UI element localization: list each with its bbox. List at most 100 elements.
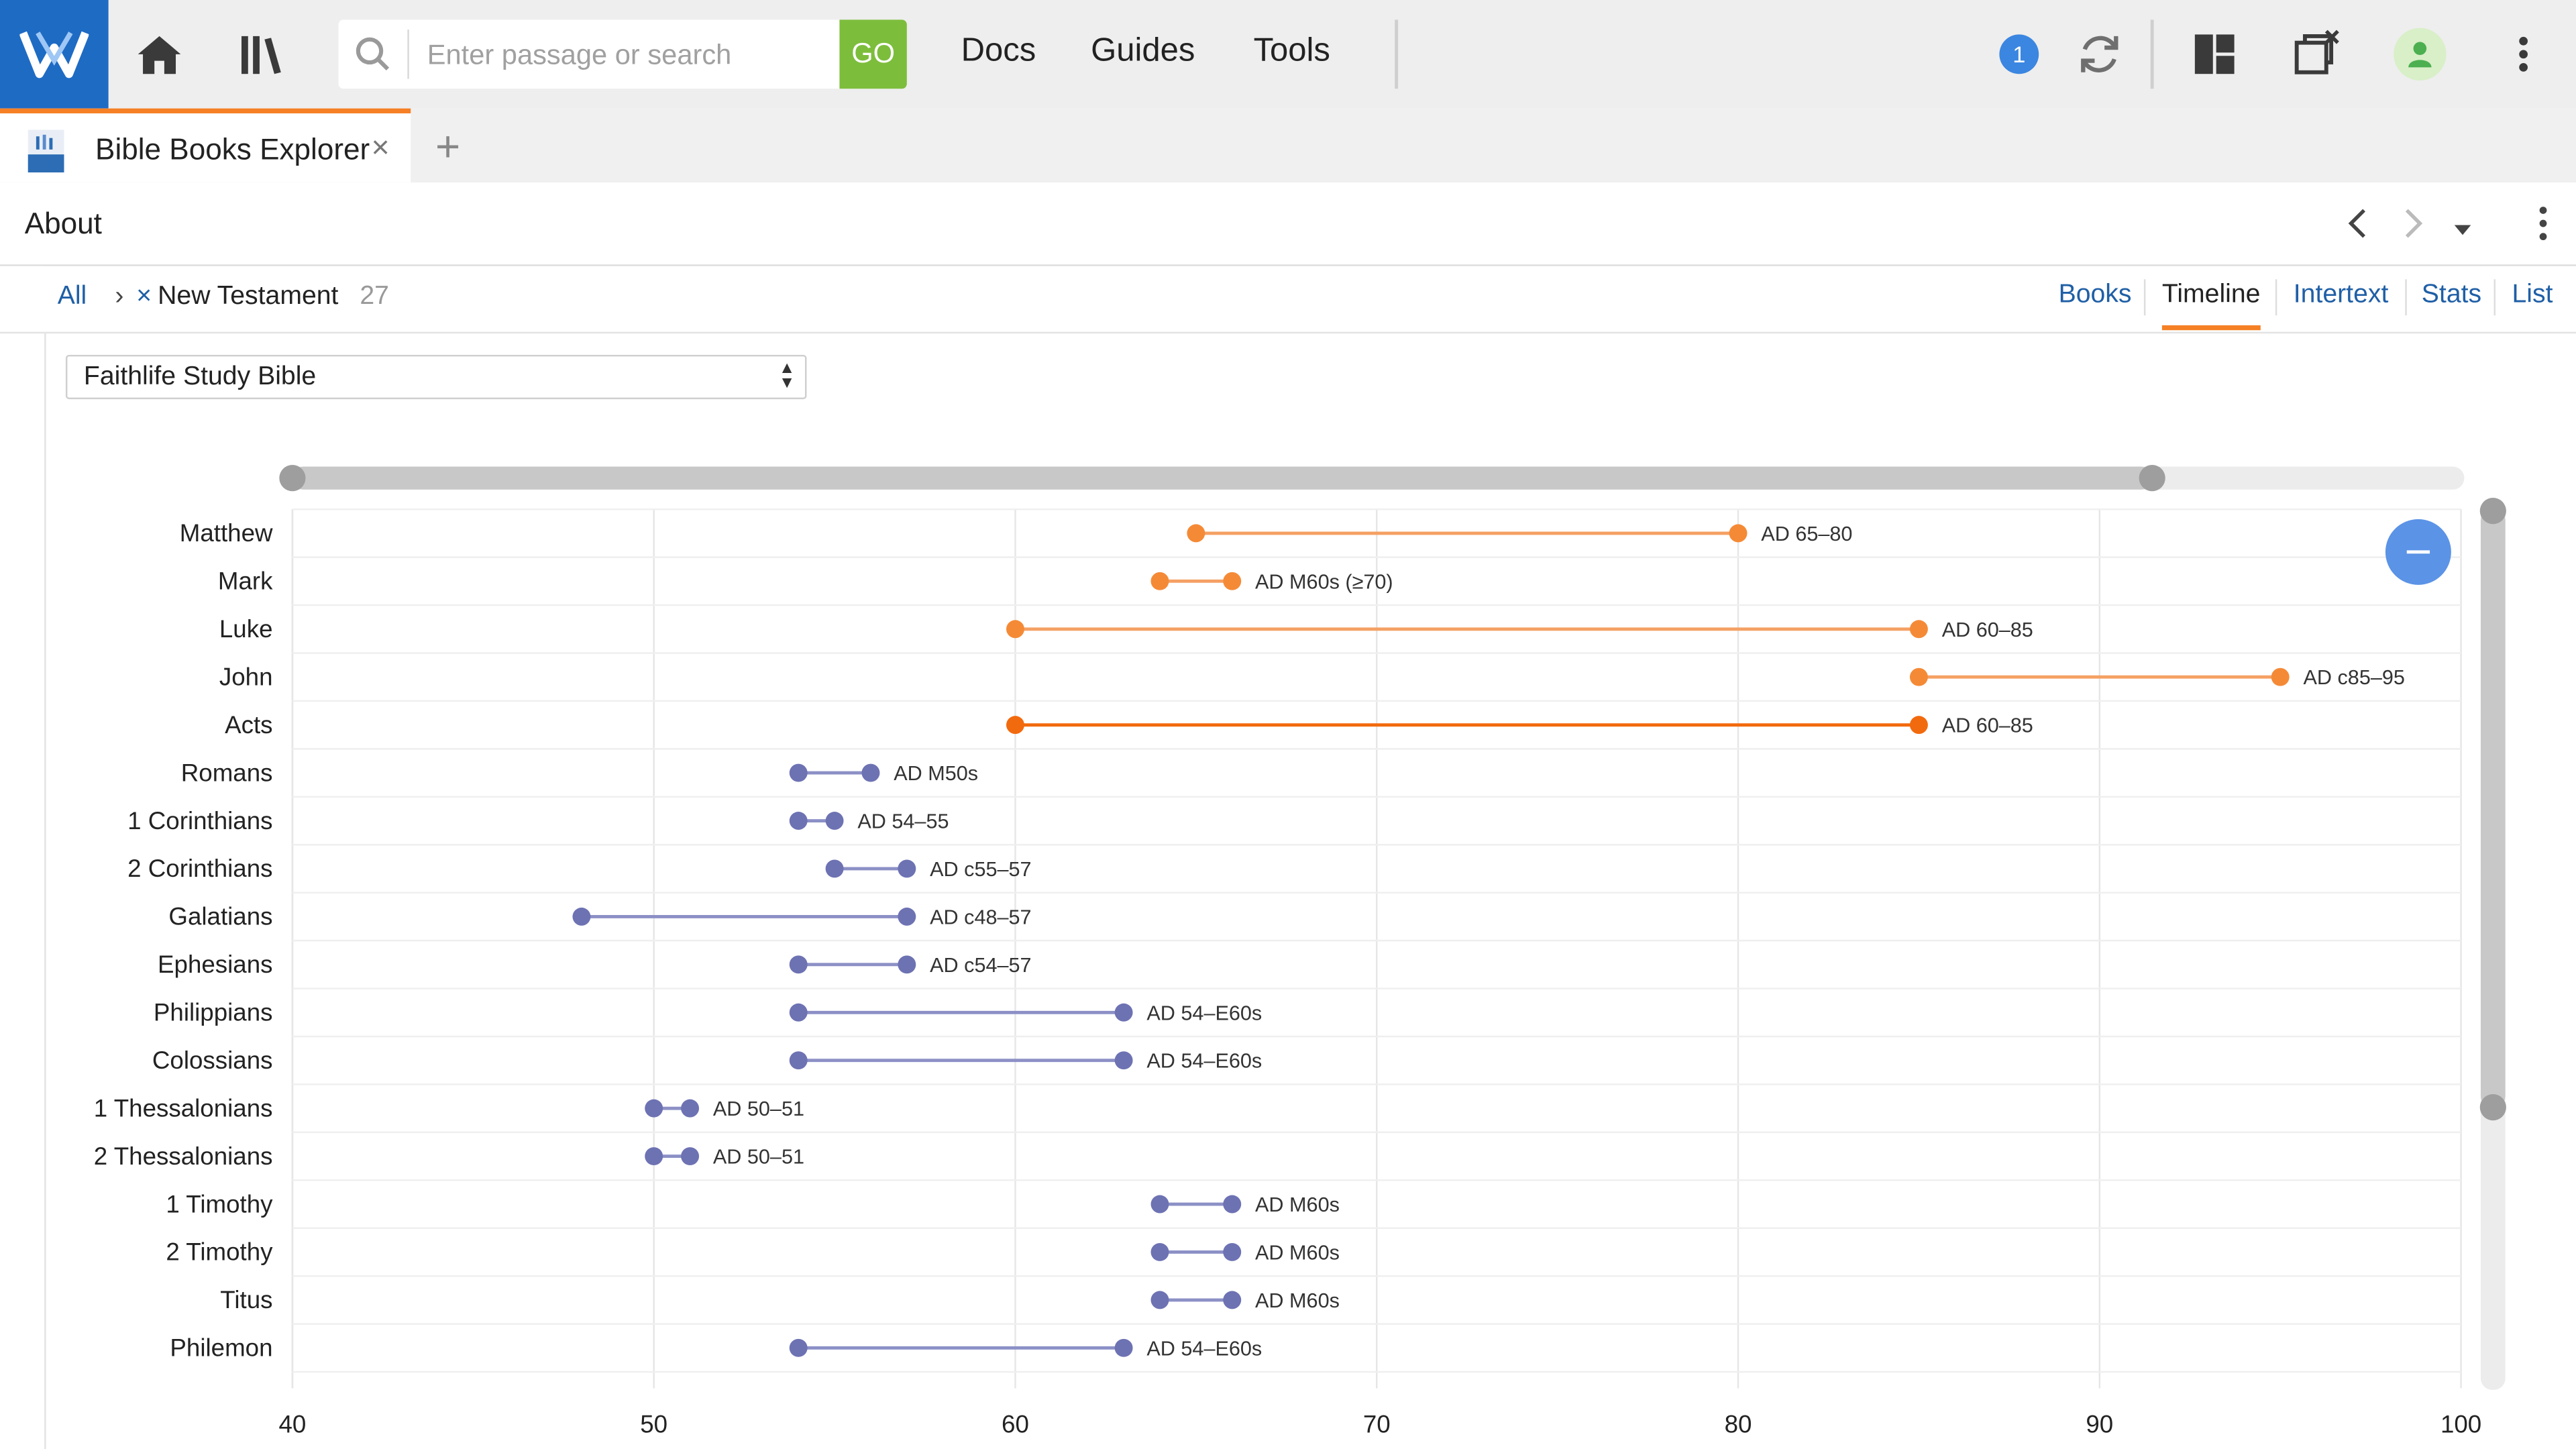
date-label: AD M60s	[1255, 1289, 1340, 1312]
x-tick-label: 40	[278, 1411, 306, 1438]
date-label: AD 50–51	[713, 1097, 804, 1120]
date-range-end-point	[681, 1147, 700, 1166]
date-label: AD 65–80	[1761, 523, 1852, 545]
date-label: AD c85–95	[2303, 666, 2404, 689]
date-label: AD 50–51	[713, 1146, 804, 1169]
view-tab-divider	[2275, 279, 2277, 316]
date-range-start-point	[572, 907, 591, 926]
date-range-end-point	[1114, 1338, 1133, 1357]
date-label: AD 54–E60s	[1146, 1002, 1262, 1024]
active-tab-indicator	[2161, 325, 2261, 331]
date-range-end-point	[1223, 1242, 1242, 1261]
menu-guides[interactable]: Guides	[1091, 33, 1195, 70]
range-slider-handle[interactable]	[2139, 465, 2165, 492]
date-range-start-point	[789, 1338, 808, 1357]
notification-badge[interactable]: 1	[1999, 34, 2039, 74]
book-icon	[28, 129, 64, 173]
panel-more-icon[interactable]	[2536, 205, 2550, 250]
date-range-end-point	[898, 859, 916, 878]
book-label: Titus	[220, 1286, 272, 1313]
book-label: Luke	[219, 615, 273, 643]
book-label: 2 Thessalonians	[94, 1142, 273, 1170]
book-label: 1 Thessalonians	[94, 1094, 273, 1122]
date-range-end-point	[1223, 1195, 1242, 1214]
date-range-start-point	[645, 1099, 663, 1118]
book-label: Ephesians	[158, 951, 272, 978]
date-range-start-point	[1909, 667, 1928, 686]
search-box	[338, 19, 907, 89]
vertical-scroll-handle[interactable]	[2479, 1094, 2506, 1121]
filter-new-testament[interactable]: New Testament	[158, 282, 338, 312]
menu-docs[interactable]: Docs	[961, 33, 1036, 70]
date-range-end-point	[2271, 667, 2290, 686]
view-tab-timeline[interactable]: Timeline	[2162, 281, 2261, 311]
date-range-start-point	[1150, 1242, 1169, 1261]
x-tick-label: 70	[1363, 1411, 1391, 1438]
date-range-start-point	[789, 1003, 808, 1022]
tab-close-button[interactable]: ×	[371, 131, 389, 168]
tab-title: Bible Books Explorer	[95, 133, 370, 166]
date-label: AD 54–E60s	[1146, 1337, 1262, 1360]
vertical-scroll-thumb	[2480, 509, 2506, 1108]
panel-header: About	[0, 182, 2576, 266]
book-label: Colossians	[152, 1046, 273, 1074]
user-icon[interactable]	[2394, 28, 2447, 81]
date-range-end-point	[861, 763, 880, 782]
home-icon[interactable]	[133, 28, 185, 80]
date-range-end-point	[1729, 524, 1748, 543]
forward-icon[interactable]	[2402, 207, 2424, 248]
date-label: AD M50s	[894, 762, 978, 785]
date-range-end-point	[681, 1099, 700, 1118]
more-vertical-icon[interactable]	[2497, 28, 2549, 80]
book-label: 2 Timothy	[166, 1238, 273, 1266]
menu-tools[interactable]: Tools	[1254, 33, 1330, 70]
filter-bar: All › × New Testament 27 Books Timeline …	[0, 266, 2576, 334]
breadcrumb-all[interactable]: All	[58, 282, 87, 312]
book-label: Philippians	[154, 999, 273, 1026]
search-input[interactable]	[423, 30, 841, 83]
date-range-start-point	[789, 763, 808, 782]
timeline-chart: Matthew AD 65–80 Mark AD M60s (≥70) Luke AD 6…	[94, 465, 2506, 1438]
view-tab-books[interactable]: Books	[2059, 281, 2132, 311]
x-tick-label: 90	[2086, 1411, 2113, 1438]
vertical-scroll-handle[interactable]	[2479, 498, 2506, 525]
add-tab-button[interactable]: +	[435, 121, 460, 172]
view-tab-intertext[interactable]: Intertext	[2294, 281, 2389, 311]
book-label: 1 Corinthians	[127, 807, 272, 835]
dropdown-icon[interactable]	[2453, 215, 2472, 245]
date-range-start-point	[1006, 716, 1024, 735]
book-label: Galatians	[168, 903, 272, 930]
remove-filter-button[interactable]: ×	[136, 282, 152, 312]
date-label: AD c55–57	[930, 858, 1031, 881]
toolbar-divider	[1395, 19, 1399, 89]
select-arrows-icon: ▲ ▼	[779, 360, 796, 393]
layout-icon[interactable]	[2188, 28, 2241, 80]
book-label: Mark	[218, 568, 273, 595]
date-range-start-point	[789, 1051, 808, 1070]
search-icon[interactable]	[352, 33, 394, 76]
date-label: AD M60s (≥70)	[1255, 570, 1393, 593]
date-label: AD 60–85	[1942, 714, 2033, 737]
book-label: Romans	[181, 759, 273, 786]
date-range-start-point	[825, 859, 844, 878]
sync-icon[interactable]	[2074, 28, 2126, 80]
close-panels-icon[interactable]	[2290, 28, 2343, 80]
view-tab-list[interactable]: List	[2512, 281, 2553, 311]
x-tick-label: 60	[1002, 1411, 1029, 1438]
view-tab-stats[interactable]: Stats	[2422, 281, 2481, 311]
back-icon[interactable]	[2346, 207, 2369, 248]
go-button[interactable]: GO	[839, 19, 907, 89]
logo-icon[interactable]	[0, 0, 109, 109]
search-divider	[407, 30, 409, 79]
range-slider-handle[interactable]	[279, 465, 306, 492]
book-label: Philemon	[170, 1334, 272, 1362]
book-label: John	[219, 663, 273, 690]
source-select[interactable]: Faithlife Study Bible ▲ ▼	[65, 354, 807, 400]
book-label: Matthew	[180, 519, 273, 547]
filter-count: 27	[360, 282, 389, 311]
library-icon[interactable]	[237, 28, 289, 80]
panel-title[interactable]: About	[25, 207, 102, 241]
date-range-start-point	[1150, 572, 1169, 590]
tab-bible-books-explorer[interactable]: Bible Books Explorer ×	[0, 108, 411, 182]
date-label: AD 60–85	[1942, 619, 2033, 641]
